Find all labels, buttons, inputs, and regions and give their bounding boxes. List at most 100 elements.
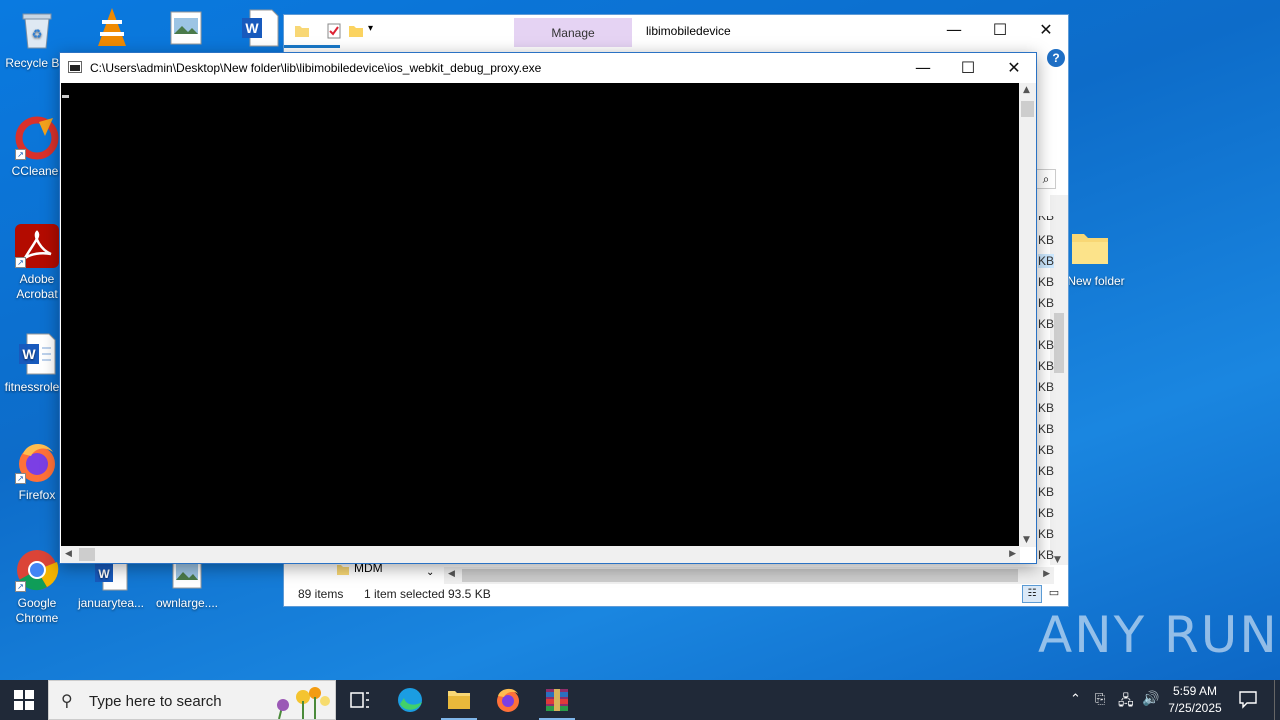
shortcut-arrow-icon: ↗ bbox=[15, 473, 26, 484]
item-count: 89 items bbox=[298, 587, 344, 601]
volume-icon[interactable]: 🔊 bbox=[1142, 690, 1159, 707]
help-icon[interactable]: ? bbox=[1047, 49, 1065, 67]
search-icon: ⚲ bbox=[61, 693, 73, 710]
device-icon[interactable]: ⎘ bbox=[1095, 691, 1105, 707]
size-unit-label: KB bbox=[1038, 338, 1055, 352]
explorer-close-button[interactable]: ✕ bbox=[1023, 15, 1069, 45]
explorer-status-bar: 89 items 1 item selected 93.5 KB ☷ ▭ bbox=[284, 582, 1068, 606]
show-hidden-icons-chevron-icon[interactable]: ⌃ bbox=[1070, 691, 1081, 707]
clock-date: 7/25/2025 bbox=[1168, 701, 1222, 715]
scrollbar-thumb[interactable] bbox=[462, 569, 1018, 582]
console-app-icon bbox=[68, 61, 82, 73]
taskbar-search-box[interactable]: ⚲ Type here to search bbox=[48, 680, 336, 720]
explorer-window-title: libimobiledevice bbox=[646, 24, 731, 38]
size-unit-label: KB bbox=[1038, 401, 1055, 415]
properties-icon[interactable] bbox=[326, 23, 342, 44]
quick-access-dropdown-icon[interactable]: ▾ bbox=[368, 23, 373, 34]
task-view-icon[interactable] bbox=[336, 680, 384, 720]
desktop-icon-label: ownlarge.... bbox=[155, 596, 219, 610]
selected-size: 93.5 KB bbox=[448, 587, 491, 601]
search-placeholder: Type here to search bbox=[89, 693, 222, 710]
image-desktop-icon[interactable] bbox=[168, 8, 204, 53]
console-title-bar[interactable]: C:\Users\admin\Desktop\New folder\lib\li… bbox=[60, 53, 1036, 83]
desktop-icon-ownlarge[interactable]: ownlarge.... bbox=[150, 556, 224, 611]
explorer-minimize-button[interactable]: — bbox=[931, 15, 977, 45]
edge-icon[interactable] bbox=[386, 680, 434, 720]
firefox-taskbar-icon[interactable] bbox=[484, 680, 532, 720]
desktop-icon-label: Google Chrome bbox=[15, 596, 59, 625]
folder-icon bbox=[1068, 226, 1112, 270]
taskbar-clock[interactable]: 5:59 AM 7/25/2025 bbox=[1163, 683, 1227, 717]
explorer-title-bar[interactable]: ▾ Manage libimobiledevice — ☐ ✕ bbox=[284, 15, 1069, 48]
size-unit-label: KB bbox=[1038, 254, 1055, 268]
adobe-acrobat-icon: ↗ bbox=[15, 224, 59, 268]
manage-tab[interactable]: Manage bbox=[514, 18, 632, 47]
shortcut-arrow-icon: ↗ bbox=[15, 257, 26, 268]
clock-time: 5:59 AM bbox=[1172, 684, 1218, 698]
network-icon[interactable]: 🖧 bbox=[1118, 690, 1134, 714]
folder-icon bbox=[336, 563, 350, 582]
recycle-bin-icon: ♻ bbox=[15, 8, 59, 52]
size-unit-label: KB bbox=[1038, 380, 1055, 394]
scrollbar-thumb[interactable] bbox=[1021, 101, 1034, 117]
shortcut-arrow-icon: ↗ bbox=[15, 149, 26, 160]
scrollbar-thumb[interactable] bbox=[1054, 313, 1064, 373]
new-folder-icon[interactable] bbox=[348, 23, 364, 44]
console-horizontal-scrollbar[interactable]: ◀ ▶ bbox=[61, 546, 1020, 563]
size-unit-label: KB bbox=[1038, 443, 1055, 457]
desktop-icon-januarytea[interactable]: W januarytea... bbox=[74, 556, 148, 611]
chevron-down-icon[interactable]: ⌄ bbox=[426, 567, 434, 578]
chrome-icon: ↗ bbox=[15, 548, 59, 592]
svg-text:♻: ♻ bbox=[32, 27, 43, 41]
size-unit-label: KB bbox=[1038, 216, 1055, 223]
console-maximize-button[interactable]: ☐ bbox=[945, 53, 991, 83]
scroll-down-arrow-icon[interactable]: ▼ bbox=[1023, 535, 1030, 545]
scroll-left-arrow-icon[interactable]: ◀ bbox=[448, 569, 455, 579]
svg-text:W: W bbox=[22, 346, 36, 362]
text-cursor bbox=[62, 95, 69, 98]
scroll-left-arrow-icon[interactable]: ◀ bbox=[65, 549, 72, 559]
desktop-icon-label: januarytea... bbox=[77, 596, 145, 610]
console-vertical-scrollbar[interactable]: ▲ ▼ bbox=[1019, 83, 1036, 547]
desktop-icon-label: Firefox bbox=[18, 488, 56, 502]
desktop-icon-label: New folder bbox=[1067, 274, 1125, 288]
firefox-icon: ↗ bbox=[15, 440, 59, 484]
file-explorer-icon[interactable] bbox=[435, 680, 483, 720]
ccleaner-icon: ↗ bbox=[15, 116, 59, 160]
details-view-icon[interactable]: ☷ bbox=[1022, 585, 1042, 603]
desktop-icon-label: CCleaner bbox=[11, 164, 63, 178]
word-desktop-icon[interactable]: W bbox=[240, 8, 280, 53]
scrollbar-thumb[interactable] bbox=[79, 548, 95, 561]
desktop-icon-label: Adobe Acrobat bbox=[16, 272, 58, 301]
console-window[interactable]: C:\Users\admin\Desktop\New folder\lib\li… bbox=[59, 52, 1037, 564]
vlc-desktop-icon[interactable] bbox=[92, 6, 132, 55]
scroll-up-arrow-icon[interactable]: ▲ bbox=[1023, 85, 1030, 95]
console-close-button[interactable]: ✕ bbox=[991, 53, 1037, 83]
anyrun-watermark: ANY RUN bbox=[1038, 606, 1279, 664]
size-unit-label: KB bbox=[1038, 296, 1055, 310]
size-unit-label: KB bbox=[1038, 506, 1055, 520]
show-desktop-button[interactable] bbox=[1274, 680, 1275, 720]
size-unit-label: KB bbox=[1038, 275, 1055, 289]
explorer-maximize-button[interactable]: ☐ bbox=[977, 15, 1023, 45]
windows-start-icon[interactable] bbox=[14, 690, 34, 715]
console-output-area[interactable] bbox=[61, 83, 1020, 547]
selected-count: 1 item selected bbox=[364, 587, 445, 601]
size-unit-label: KB bbox=[1038, 233, 1055, 247]
size-unit-label: KB bbox=[1038, 548, 1055, 562]
console-minimize-button[interactable]: — bbox=[900, 53, 946, 83]
large-icons-view-icon[interactable]: ▭ bbox=[1044, 585, 1064, 603]
size-unit-label: KB bbox=[1038, 527, 1055, 541]
scroll-right-arrow-icon[interactable]: ▶ bbox=[1043, 569, 1050, 579]
notification-icon[interactable] bbox=[1238, 689, 1258, 714]
search-highlight-flowers-icon bbox=[269, 683, 335, 720]
size-unit-label: KB bbox=[1038, 464, 1055, 478]
winrar-icon[interactable] bbox=[533, 680, 581, 720]
scroll-down-arrow-icon[interactable]: ▼ bbox=[1054, 555, 1061, 565]
size-unit-label: KB bbox=[1038, 359, 1055, 373]
scroll-right-arrow-icon[interactable]: ▶ bbox=[1009, 549, 1016, 559]
size-unit-label: KB bbox=[1038, 422, 1055, 436]
search-icon[interactable]: ⌕ bbox=[1036, 169, 1056, 189]
size-unit-label: KB bbox=[1038, 317, 1055, 331]
shortcut-arrow-icon: ↗ bbox=[15, 581, 26, 592]
